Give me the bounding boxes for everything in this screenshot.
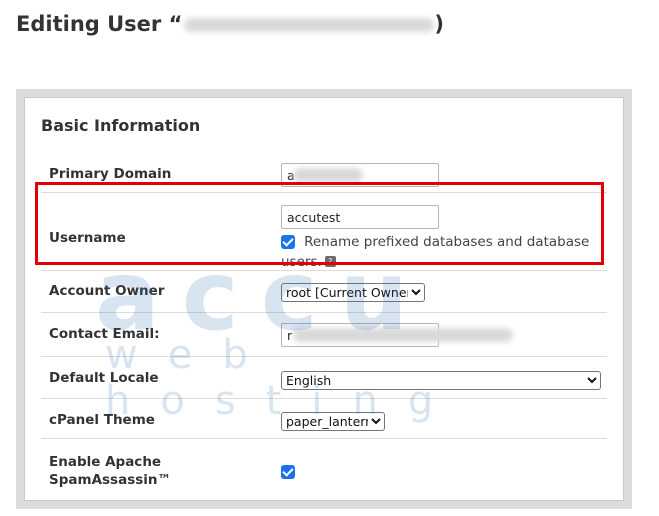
cpanel-theme-row: cPanel Theme paper_lantern [41, 398, 607, 438]
spamassassin-checkbox[interactable] [281, 464, 295, 479]
contact-email-label: Contact Email: [49, 326, 160, 342]
default-locale-field: English [281, 370, 601, 390]
default-locale-label: Default Locale [49, 370, 159, 386]
contact-email-field [281, 323, 513, 347]
username-highlight-box [35, 182, 604, 265]
redacted-domain [293, 168, 363, 182]
cpanel-theme-label: cPanel Theme [49, 412, 155, 428]
default-locale-select[interactable]: English [281, 371, 601, 390]
redacted-email [293, 328, 513, 342]
cpanel-theme-field: paper_lantern [281, 411, 385, 431]
account-owner-field: root [Current Owner] [281, 282, 425, 302]
primary-domain-label: Primary Domain [49, 166, 172, 182]
account-owner-select[interactable]: root [Current Owner] [281, 283, 425, 302]
spamassassin-label: Enable Apache SpamAssassin™ [49, 454, 172, 488]
section-title: Basic Information [41, 116, 201, 135]
spamassassin-row: Enable Apache SpamAssassin™ [41, 438, 607, 500]
account-owner-label: Account Owner [49, 283, 165, 299]
cpanel-theme-select[interactable]: paper_lantern [281, 412, 385, 431]
page-title: Editing User “) [16, 12, 444, 36]
basic-information-panel: Basic Information Primary Domain Usernam… [16, 89, 632, 509]
redacted-username [184, 18, 435, 32]
contact-email-row: Contact Email: [41, 312, 607, 356]
spamassassin-field [281, 461, 295, 480]
default-locale-row: Default Locale English [41, 356, 607, 398]
account-owner-row: Account Owner root [Current Owner] [41, 270, 607, 312]
basic-information-card: Basic Information Primary Domain Usernam… [24, 97, 624, 501]
